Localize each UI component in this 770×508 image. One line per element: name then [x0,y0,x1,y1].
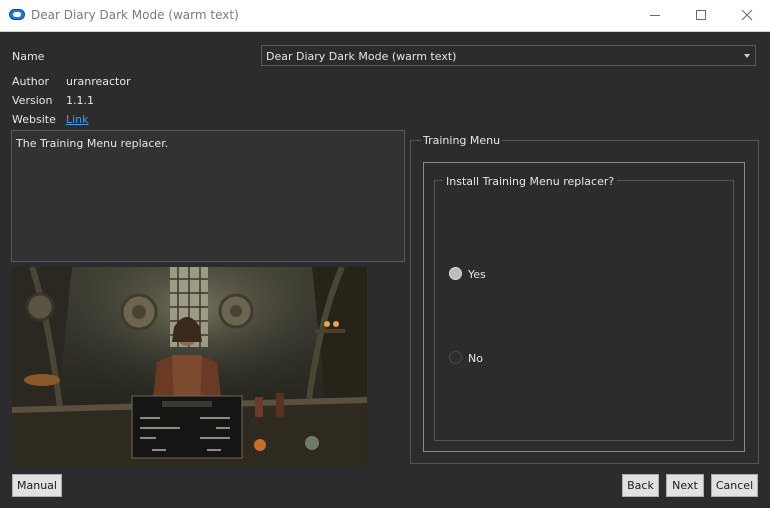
window-title: Dear Diary Dark Mode (warm text) [31,8,239,22]
minimize-icon [650,15,660,16]
group-title: Training Menu [421,134,503,147]
description-box[interactable]: The Training Menu replacer. [11,130,405,262]
back-button[interactable]: Back [622,474,659,497]
name-label: Name [12,50,45,63]
website-label: Website [12,113,56,126]
radio-unchecked-icon[interactable] [449,351,462,364]
dropdown-arrow-icon [744,54,750,58]
version-value: 1.1.1 [66,94,94,107]
author-label: Author [12,75,50,88]
close-button[interactable] [724,0,770,31]
app-icon [9,9,25,20]
cancel-button[interactable]: Cancel [711,474,758,497]
maximize-button[interactable] [678,0,724,31]
title-bar: Dear Diary Dark Mode (warm text) [0,0,770,32]
question-frame [434,180,734,441]
maximize-icon [696,10,706,20]
close-icon [741,9,753,21]
name-dropdown[interactable]: Dear Diary Dark Mode (warm text) [261,45,756,66]
version-label: Version [12,94,53,107]
description-text: The Training Menu replacer. [16,137,169,150]
minimize-button[interactable] [632,0,678,31]
next-button[interactable]: Next [666,474,704,497]
question-label: Install Training Menu replacer? [443,175,618,188]
radio-label-no: No [468,352,483,365]
manual-button[interactable]: Manual [12,474,62,497]
radio-checked-icon[interactable] [449,267,462,280]
name-value: Dear Diary Dark Mode (warm text) [266,50,457,63]
radio-label-yes: Yes [468,268,486,281]
author-value: uranreactor [66,75,131,88]
preview-image [12,267,367,466]
website-link[interactable]: Link [66,113,89,126]
preview-illustration [12,267,367,466]
